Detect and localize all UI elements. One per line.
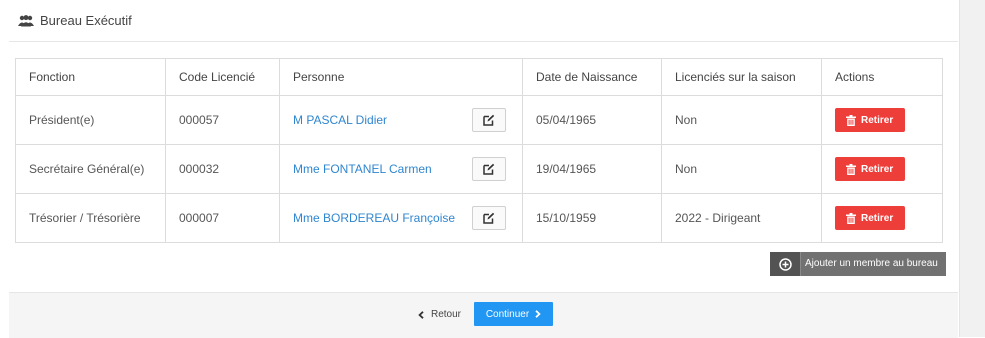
retirer-label: Retirer	[861, 114, 894, 126]
header-personne: Personne	[279, 58, 523, 96]
person-link[interactable]: Mme FONTANEL Carmen	[293, 162, 432, 176]
person-link[interactable]: M PASCAL Didier	[293, 113, 387, 127]
table-row: Président(e) 000057 M PASCAL Didier 05/0…	[15, 95, 943, 145]
edit-person-button[interactable]	[472, 206, 506, 230]
cell-naissance: 05/04/1965	[522, 95, 662, 145]
cell-fonction: Trésorier / Trésorière	[15, 193, 166, 243]
cell-code: 000057	[165, 95, 280, 145]
members-table: Fonction Code Licencié Personne Date de …	[15, 58, 943, 243]
header-actions: Actions	[821, 58, 943, 96]
add-member-label: Ajouter un membre au bureau	[800, 252, 946, 276]
cell-naissance: 19/04/1965	[522, 144, 662, 194]
trash-icon	[846, 212, 856, 224]
users-icon	[18, 14, 34, 27]
edit-person-button[interactable]	[472, 108, 506, 132]
cell-personne: M PASCAL Didier	[279, 95, 523, 145]
cell-personne: Mme FONTANEL Carmen	[279, 144, 523, 194]
panel-header: Bureau Exécutif	[9, 4, 958, 42]
back-button[interactable]: Retour	[418, 309, 461, 320]
header-fonction: Fonction	[15, 58, 166, 96]
continue-button[interactable]: Continuer	[474, 302, 553, 326]
cell-personne: Mme BORDEREAU Françoise	[279, 193, 523, 243]
edit-icon	[483, 114, 495, 126]
plus-circle-icon	[770, 252, 800, 276]
cell-naissance: 15/10/1959	[522, 193, 662, 243]
cell-actions: Retirer	[821, 193, 943, 243]
edit-icon	[483, 163, 495, 175]
chevron-right-icon	[535, 310, 541, 318]
cell-saison: 2022 - Dirigeant	[661, 193, 822, 243]
form-footer: Retour Continuer	[9, 292, 958, 338]
cell-saison: Non	[661, 144, 822, 194]
cell-code: 000032	[165, 144, 280, 194]
header-date-naissance: Date de Naissance	[522, 58, 662, 96]
cell-code: 000007	[165, 193, 280, 243]
header-code-licencie: Code Licencié	[165, 58, 280, 96]
trash-icon	[846, 163, 856, 175]
back-label: Retour	[431, 309, 462, 320]
cell-actions: Retirer	[821, 95, 943, 145]
person-link[interactable]: Mme BORDEREAU Françoise	[293, 211, 455, 225]
add-member-button[interactable]: Ajouter un membre au bureau	[770, 252, 946, 276]
cell-fonction: Président(e)	[15, 95, 166, 145]
panel-title: Bureau Exécutif	[40, 13, 132, 28]
edit-person-button[interactable]	[472, 157, 506, 181]
bureau-panel: Bureau Exécutif Fonction Code Licencié P…	[9, 4, 958, 338]
cell-actions: Retirer	[821, 144, 943, 194]
retirer-button[interactable]: Retirer	[835, 206, 905, 230]
retirer-label: Retirer	[861, 163, 894, 175]
chevron-left-icon	[418, 310, 424, 319]
cell-fonction: Secrétaire Général(e)	[15, 144, 166, 194]
trash-icon	[846, 114, 856, 126]
retirer-button[interactable]: Retirer	[835, 108, 905, 132]
scroll-side-strip	[959, 0, 985, 337]
retirer-button[interactable]: Retirer	[835, 157, 905, 181]
continue-label: Continuer	[485, 308, 530, 320]
header-licencies-saison: Licenciés sur la saison	[661, 58, 822, 96]
cell-saison: Non	[661, 95, 822, 145]
edit-icon	[483, 212, 495, 224]
table-row: Trésorier / Trésorière 000007 Mme BORDER…	[15, 193, 943, 243]
table-header-row: Fonction Code Licencié Personne Date de …	[15, 58, 943, 96]
retirer-label: Retirer	[861, 212, 894, 224]
table-row: Secrétaire Général(e) 000032 Mme FONTANE…	[15, 144, 943, 194]
